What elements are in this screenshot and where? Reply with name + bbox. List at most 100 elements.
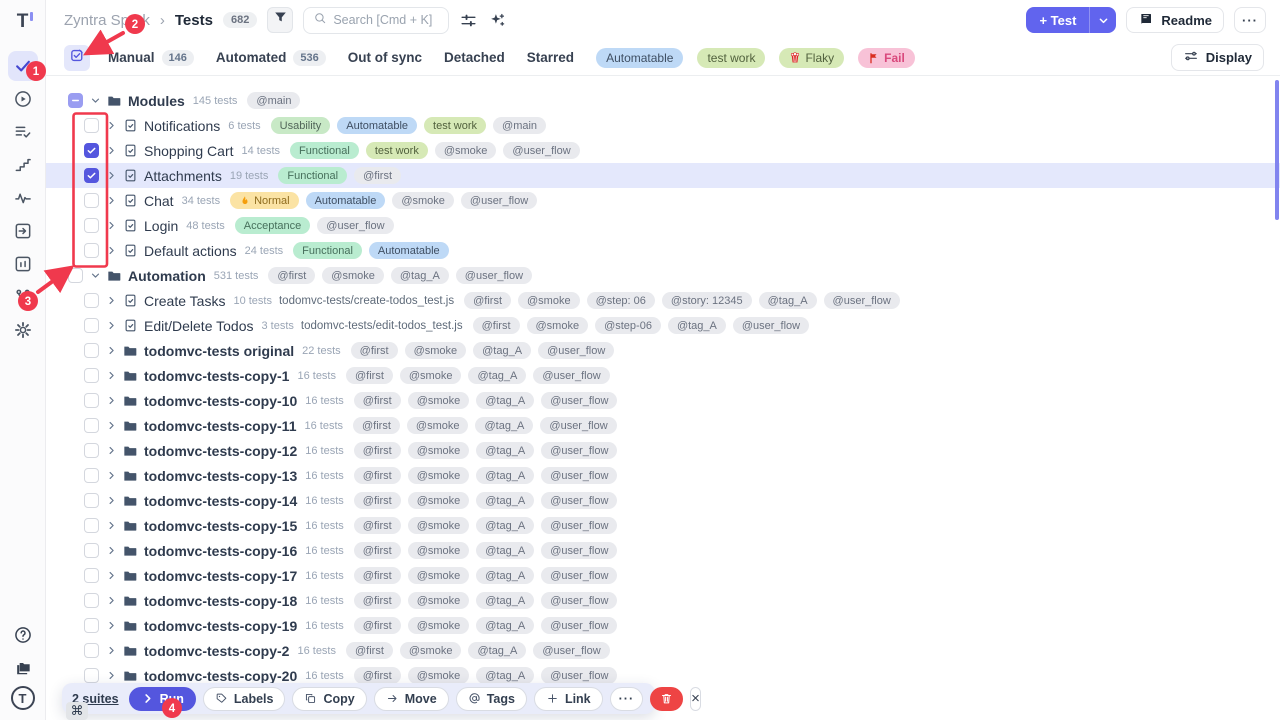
sidebar-item-runs[interactable] xyxy=(8,84,38,114)
row-chevron-right-icon[interactable] xyxy=(102,620,120,631)
tab-manual[interactable]: Manual146 xyxy=(108,50,194,66)
row-checkbox[interactable] xyxy=(68,268,83,283)
tag-pill[interactable]: @first xyxy=(354,442,401,459)
close-action-bar-button[interactable]: × xyxy=(690,687,701,711)
row-name[interactable]: todomvc-tests-copy-12 xyxy=(144,443,297,459)
tag-pill[interactable]: @tag_A xyxy=(476,517,534,534)
tag-pill[interactable]: @smoke xyxy=(408,592,470,609)
tree-row-default-actions[interactable]: Default actions24 testsFunctionalAutomat… xyxy=(46,238,1280,263)
sidebar-item-help[interactable] xyxy=(8,620,38,650)
row-name[interactable]: todomvc-tests-copy-11 xyxy=(144,418,296,434)
tree-row-modules[interactable]: Modules145 tests@main xyxy=(46,88,1280,113)
row-chevron-right-icon[interactable] xyxy=(102,420,120,431)
sidebar-item-plans[interactable] xyxy=(8,117,38,147)
account-logo[interactable]: T xyxy=(11,686,35,710)
tag-pill[interactable]: @user_flow xyxy=(317,217,393,234)
tag-pill[interactable]: test work xyxy=(366,142,428,159)
row-name[interactable]: todomvc-tests-copy-18 xyxy=(144,593,297,609)
app-logo[interactable]: T xyxy=(9,8,37,36)
row-checkbox[interactable] xyxy=(84,293,99,308)
tag-pill[interactable]: @smoke xyxy=(408,492,470,509)
row-name[interactable]: Notifications xyxy=(144,118,220,134)
row-chevron-right-icon[interactable] xyxy=(102,670,120,681)
row-name[interactable]: Modules xyxy=(128,93,185,109)
row-checkbox[interactable] xyxy=(84,593,99,608)
tag-pill[interactable]: @user_flow xyxy=(541,667,617,684)
display-button[interactable]: Display xyxy=(1171,44,1264,71)
filter-pill-test-work[interactable]: test work xyxy=(697,48,765,68)
tag-pill[interactable]: @tag_A xyxy=(759,292,817,309)
tree-row-todomvc-tests-copy-14[interactable]: todomvc-tests-copy-1416 tests@first@smok… xyxy=(46,488,1280,513)
tag-pill[interactable]: @first xyxy=(464,292,511,309)
tag-pill[interactable]: @story: 12345 xyxy=(662,292,752,309)
row-name[interactable]: todomvc-tests-copy-2 xyxy=(144,643,289,659)
tag-pill[interactable]: Usability xyxy=(271,117,331,134)
tag-pill[interactable]: @first xyxy=(354,517,401,534)
link-button[interactable]: Link xyxy=(534,687,603,711)
tree-row-todomvc-tests-copy-10[interactable]: todomvc-tests-copy-1016 tests@first@smok… xyxy=(46,388,1280,413)
tag-pill[interactable]: @user_flow xyxy=(541,492,617,509)
sidebar-item-steps[interactable] xyxy=(8,150,38,180)
row-checkbox[interactable] xyxy=(68,93,83,108)
tree-row-notifications[interactable]: Notifications6 testsUsabilityAutomatable… xyxy=(46,113,1280,138)
tag-pill[interactable]: @user_flow xyxy=(461,192,537,209)
tag-pill[interactable]: @smoke xyxy=(435,142,497,159)
tag-pill[interactable]: @first xyxy=(354,592,401,609)
row-chevron-right-icon[interactable] xyxy=(102,470,120,481)
row-name[interactable]: Edit/Delete Todos xyxy=(144,318,253,334)
row-chevron-right-icon[interactable] xyxy=(102,595,120,606)
tag-pill[interactable]: @user_flow xyxy=(541,467,617,484)
tag-pill[interactable]: @user_flow xyxy=(503,142,579,159)
tag-pill[interactable]: @tag_A xyxy=(476,442,534,459)
tag-pill[interactable]: @smoke xyxy=(322,267,384,284)
row-checkbox[interactable] xyxy=(84,343,99,358)
tag-pill[interactable]: @first xyxy=(346,367,393,384)
tag-pill[interactable]: @smoke xyxy=(400,642,462,659)
row-chevron-right-icon[interactable] xyxy=(102,245,120,256)
tag-pill[interactable]: @tag_A xyxy=(476,467,534,484)
row-name[interactable]: todomvc-tests original xyxy=(144,343,294,359)
row-checkbox[interactable] xyxy=(84,143,99,158)
tag-pill[interactable]: @user_flow xyxy=(541,592,617,609)
breadcrumb-project[interactable]: Zyntra Spark xyxy=(64,12,150,29)
row-checkbox[interactable] xyxy=(84,118,99,133)
row-chevron-right-icon[interactable] xyxy=(102,120,120,131)
row-checkbox[interactable] xyxy=(84,168,99,183)
row-name[interactable]: todomvc-tests-copy-15 xyxy=(144,518,297,534)
move-button[interactable]: Move xyxy=(374,687,449,711)
tag-pill[interactable]: @main xyxy=(493,117,546,134)
tab-starred[interactable]: Starred xyxy=(527,50,574,65)
tag-pill[interactable]: @smoke xyxy=(408,617,470,634)
row-name[interactable]: todomvc-tests-copy-14 xyxy=(144,493,297,509)
row-chevron-right-icon[interactable] xyxy=(102,445,120,456)
tag-pill[interactable]: @tag_A xyxy=(668,317,726,334)
tag-pill[interactable]: @tag_A xyxy=(476,617,534,634)
add-test-dropdown-chevron-icon[interactable] xyxy=(1090,7,1116,33)
filter-pill-flaky[interactable]: Flaky xyxy=(779,48,844,68)
tag-pill[interactable]: @smoke xyxy=(527,317,589,334)
tag-pill[interactable]: @first xyxy=(473,317,520,334)
row-checkbox[interactable] xyxy=(84,318,99,333)
filter-funnel-button[interactable] xyxy=(267,7,293,33)
tab-automated[interactable]: Automated536 xyxy=(216,50,326,66)
tag-pill[interactable]: @tag_A xyxy=(476,667,534,684)
tree-row-todomvc-tests-copy-12[interactable]: todomvc-tests-copy-1216 tests@first@smok… xyxy=(46,438,1280,463)
tag-pill[interactable]: Automatable xyxy=(337,117,417,134)
tree-row-todomvc-tests-copy-13[interactable]: todomvc-tests-copy-1316 tests@first@smok… xyxy=(46,463,1280,488)
tag-pill[interactable]: @first xyxy=(354,567,401,584)
row-chevron-right-icon[interactable] xyxy=(102,220,120,231)
row-checkbox[interactable] xyxy=(84,518,99,533)
scrollbar-thumb[interactable] xyxy=(1275,80,1279,220)
labels-button[interactable]: Labels xyxy=(203,687,286,711)
row-name[interactable]: todomvc-tests-copy-20 xyxy=(144,668,297,684)
row-chevron-right-icon[interactable] xyxy=(102,320,120,331)
filter-pill-automatable[interactable]: Automatable xyxy=(596,48,683,68)
row-chevron-right-icon[interactable] xyxy=(102,520,120,531)
tree-row-todomvc-tests-copy-18[interactable]: todomvc-tests-copy-1816 tests@first@smok… xyxy=(46,588,1280,613)
row-checkbox[interactable] xyxy=(84,443,99,458)
row-checkbox[interactable] xyxy=(84,418,99,433)
tree-row-todomvc-tests-original[interactable]: todomvc-tests original22 tests@first@smo… xyxy=(46,338,1280,363)
tag-pill[interactable]: @tag_A xyxy=(468,367,526,384)
search-box[interactable] xyxy=(303,7,449,34)
row-checkbox[interactable] xyxy=(84,643,99,658)
